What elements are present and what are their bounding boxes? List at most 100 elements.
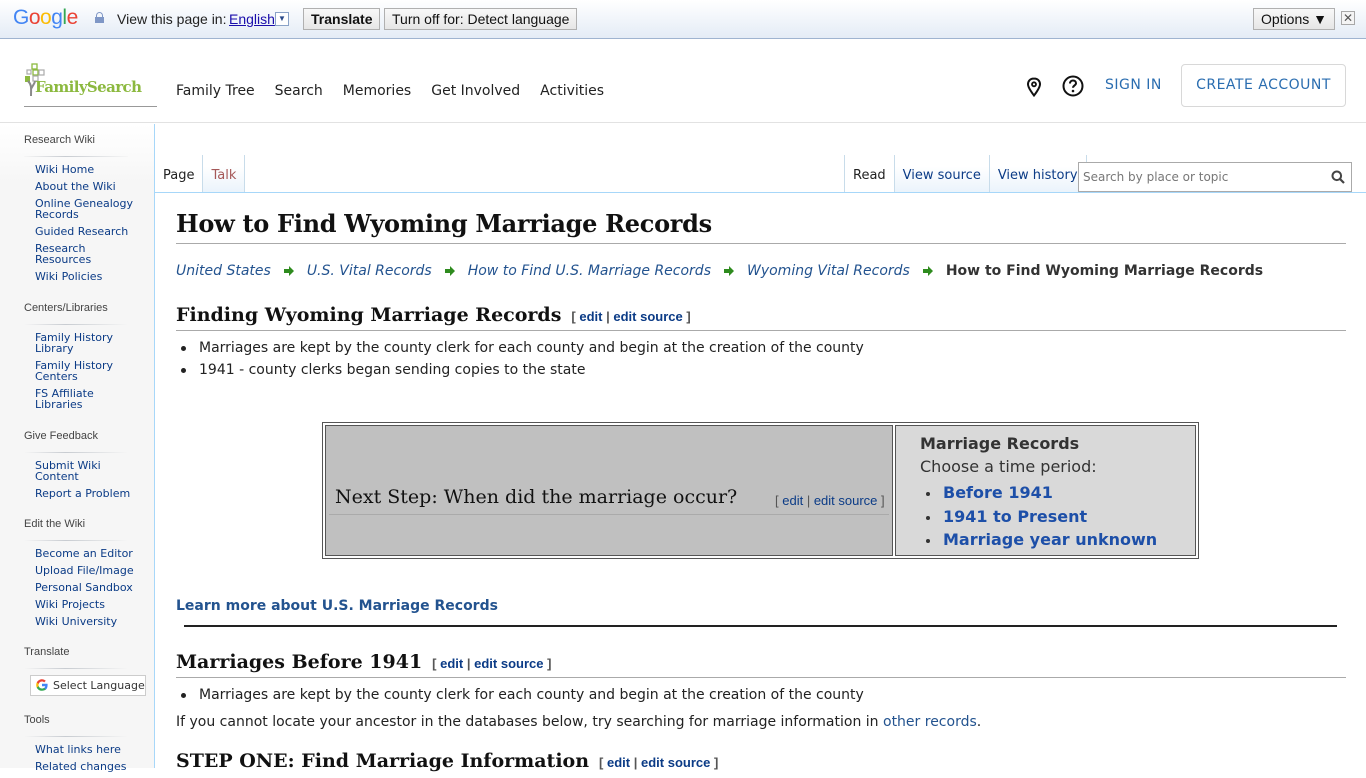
sidebar-section-translate: Translate Select Language <box>24 646 146 696</box>
sidebar-section-research-wiki: Research Wiki Wiki Home About the Wiki O… <box>24 134 144 288</box>
tab-talk[interactable]: Talk <box>203 155 246 193</box>
sidebar-item-submit-wiki-content[interactable]: Submit Wiki Content <box>35 460 115 482</box>
edit-source-link[interactable]: edit source <box>474 656 543 671</box>
sidebar-item-research-resources[interactable]: Research Resources <box>35 243 105 265</box>
sidebar-item-fs-affiliate-libraries[interactable]: FS Affiliate Libraries <box>35 388 105 410</box>
green-arrow-icon <box>444 266 455 276</box>
select-language-dropdown[interactable]: Select Language <box>30 675 146 696</box>
option-1941-to-present[interactable]: 1941 to Present <box>920 505 1157 529</box>
sidebar-item-become-an-editor[interactable]: Become an Editor <box>35 548 144 559</box>
google-logo: Google <box>13 6 78 29</box>
section2-bullets: Marriages are kept by the county clerk f… <box>176 684 864 706</box>
nav-get-involved[interactable]: Get Involved <box>431 83 520 99</box>
close-icon[interactable]: ✕ <box>1341 11 1355 25</box>
learn-more-link[interactable]: Learn more about U.S. Marriage Records <box>176 598 498 614</box>
edit-section-links: [ edit | edit source ] <box>775 493 885 508</box>
sidebar: Research Wiki Wiki Home About the Wiki O… <box>0 124 155 772</box>
time-period-options: Before 1941 1941 to Present Marriage yea… <box>920 481 1157 552</box>
wiki-search-input[interactable] <box>1083 170 1323 184</box>
nav-family-tree[interactable]: Family Tree <box>176 83 255 99</box>
nav-memories[interactable]: Memories <box>343 83 411 99</box>
list-item: Marriages are kept by the county clerk f… <box>176 684 864 706</box>
language-select-link[interactable]: English <box>229 11 275 27</box>
view-tabs: Read View source View history <box>844 155 1087 193</box>
edit-link[interactable]: edit <box>782 493 803 508</box>
edit-source-link[interactable]: edit source <box>613 309 682 324</box>
sidebar-item-wiki-policies[interactable]: Wiki Policies <box>35 271 144 282</box>
divider <box>24 540 128 541</box>
sidebar-heading: Centers/Libraries <box>24 302 108 314</box>
sidebar-item-guided-research[interactable]: Guided Research <box>35 226 144 237</box>
nav-search[interactable]: Search <box>275 83 323 99</box>
sign-in-link[interactable]: SIGN IN <box>1105 77 1162 93</box>
familysearch-logo[interactable]: FamilySearch <box>24 63 157 107</box>
tab-page[interactable]: Page <box>155 155 204 193</box>
breadcrumb: United States U.S. Vital Records How to … <box>176 263 1263 279</box>
google-translate-bar: Google View this page in: English ▼ Tran… <box>0 0 1366 39</box>
translate-button[interactable]: Translate <box>303 8 381 30</box>
sidebar-item-wiki-university[interactable]: Wiki University <box>35 616 144 627</box>
sidebar-item-upload-file-image[interactable]: Upload File/Image <box>35 565 144 576</box>
time-period-panel: Marriage Records Choose a time period: B… <box>895 425 1196 556</box>
sidebar-item-what-links-here[interactable]: What links here <box>35 744 144 755</box>
divider <box>24 736 128 737</box>
divider <box>176 243 1346 244</box>
help-icon[interactable] <box>1062 75 1084 97</box>
sidebar-item-family-history-centers[interactable]: Family History Centers <box>35 360 120 382</box>
sidebar-item-family-history-library[interactable]: Family History Library <box>35 332 120 354</box>
option-year-unknown[interactable]: Marriage year unknown <box>920 528 1157 552</box>
breadcrumb-link-us-marriage-records[interactable]: How to Find U.S. Marriage Records <box>468 263 711 279</box>
green-arrow-icon <box>922 266 933 276</box>
breadcrumb-link-us-vital-records[interactable]: U.S. Vital Records <box>307 263 432 279</box>
edit-link[interactable]: edit <box>440 656 463 671</box>
sidebar-item-wiki-home[interactable]: Wiki Home <box>35 164 144 175</box>
language-dropdown-arrow-icon[interactable]: ▼ <box>275 12 289 26</box>
namespace-tabs: Page Talk <box>155 155 246 193</box>
view-page-in-label: View this page in: <box>117 11 227 27</box>
page-title: How to Find Wyoming Marriage Records <box>176 209 712 238</box>
tab-read[interactable]: Read <box>844 155 895 193</box>
divider <box>176 677 1346 678</box>
divider <box>24 156 128 157</box>
divider <box>329 514 889 515</box>
create-account-button[interactable]: CREATE ACCOUNT <box>1181 64 1346 107</box>
main-nav: Family Tree Search Memories Get Involved… <box>176 83 604 99</box>
sidebar-section-tools: Tools What links here Related changes <box>24 714 144 778</box>
sidebar-item-personal-sandbox[interactable]: Personal Sandbox <box>35 582 144 593</box>
tab-view-history[interactable]: View history <box>989 155 1087 193</box>
green-arrow-icon <box>723 266 734 276</box>
search-icon[interactable] <box>1331 170 1345 184</box>
breadcrumb-link-united-states[interactable]: United States <box>176 263 271 279</box>
sidebar-heading: Translate <box>24 646 70 658</box>
options-button[interactable]: Options ▼ <box>1253 8 1335 30</box>
google-g-icon <box>36 679 48 691</box>
next-step-heading: Next Step: When did the marriage occur? <box>335 486 738 508</box>
section1-bullets: Marriages are kept by the county clerk f… <box>176 337 864 381</box>
nav-activities[interactable]: Activities <box>540 83 604 99</box>
sidebar-item-wiki-projects[interactable]: Wiki Projects <box>35 599 144 610</box>
sidebar-item-online-genealogy-records[interactable]: Online Genealogy Records <box>35 198 135 220</box>
wiki-search-box <box>1078 162 1352 192</box>
map-pin-icon[interactable] <box>1025 77 1043 97</box>
edit-link[interactable]: edit <box>579 309 602 324</box>
site-header: FamilySearch Family Tree Search Memories… <box>0 40 1366 123</box>
tab-view-source[interactable]: View source <box>894 155 990 193</box>
sidebar-item-report-a-problem[interactable]: Report a Problem <box>35 488 144 499</box>
next-step-question-panel: Next Step: When did the marriage occur? … <box>325 425 893 556</box>
other-records-link[interactable]: other records <box>883 714 977 730</box>
divider <box>176 330 1346 331</box>
sidebar-item-about-the-wiki[interactable]: About the Wiki <box>35 181 144 192</box>
sidebar-heading: Give Feedback <box>24 430 98 442</box>
next-step-box: Next Step: When did the marriage occur? … <box>322 422 1199 559</box>
lock-icon <box>95 12 104 23</box>
breadcrumb-link-wyoming-vital-records[interactable]: Wyoming Vital Records <box>747 263 910 279</box>
turn-off-translate-button[interactable]: Turn off for: Detect language <box>384 8 578 30</box>
sidebar-item-related-changes[interactable]: Related changes <box>35 761 144 772</box>
sidebar-heading: Edit the Wiki <box>24 518 86 530</box>
option-before-1941[interactable]: Before 1941 <box>920 481 1157 505</box>
section-heading-step-one: STEP ONE: Find Marriage Information[ edi… <box>176 750 719 772</box>
time-period-subtitle: Choose a time period: <box>920 457 1097 476</box>
edit-section-links: [ edit | edit source ] <box>571 309 691 324</box>
list-item: Marriages are kept by the county clerk f… <box>176 337 864 359</box>
edit-source-link[interactable]: edit source <box>814 493 878 508</box>
